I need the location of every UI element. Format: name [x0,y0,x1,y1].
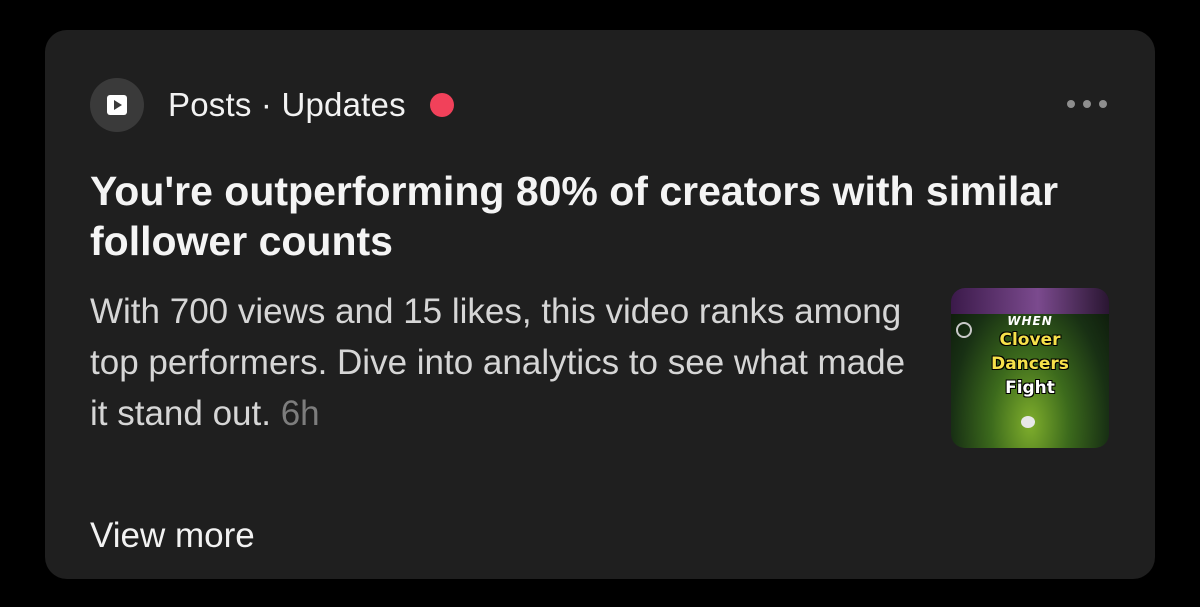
thumbnail-caption: WHEN Clover Dancers Fight [951,314,1109,400]
thumbnail-line-2: Clover [999,330,1061,350]
timestamp: 6h [280,394,320,433]
notification-card[interactable]: Posts · Updates You're outperforming 80%… [45,30,1155,579]
category-label: Posts · Updates [168,86,406,123]
thumbnail-figure [1021,416,1035,428]
thumbnail-line-4: Fight [1005,378,1055,398]
notification-body-text: With 700 views and 15 likes, this video … [90,292,906,433]
notification-header: Posts · Updates [90,78,454,132]
more-options-button[interactable] [1067,92,1107,116]
notification-title: You're outperforming 80% of creators wit… [90,168,1059,264]
more-horizontal-icon [1067,100,1075,108]
thumbnail-line-1: WHEN [1007,314,1053,328]
video-thumbnail[interactable]: WHEN Clover Dancers Fight [951,288,1109,448]
thumbnail-top-strip [951,288,1109,314]
view-more-link[interactable]: View more [90,516,255,556]
play-square-icon [90,78,144,132]
thumbnail-line-3: Dancers [991,354,1069,374]
notification-body: With 700 views and 15 likes, this video … [90,286,920,439]
unread-dot [429,93,454,117]
